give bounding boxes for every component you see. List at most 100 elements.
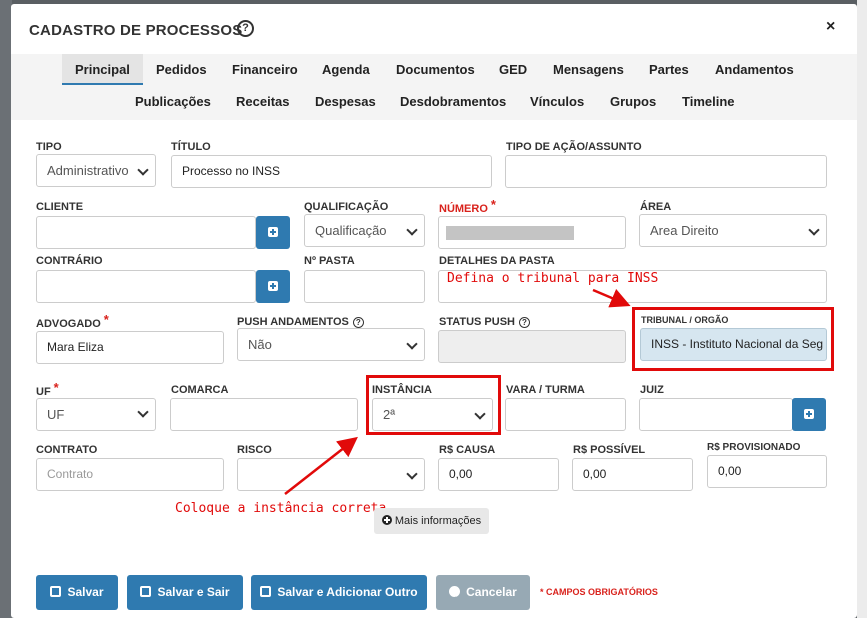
qualificacao-select[interactable]: Qualificação (304, 214, 425, 247)
juiz-label: JUIZ (640, 384, 664, 396)
tab-desdobramentos[interactable]: Desdobramentos (400, 94, 506, 109)
titulo-input[interactable]: Processo no INSS (171, 155, 492, 188)
titulo-label: TÍTULO (171, 141, 211, 153)
close-button[interactable]: × (826, 18, 835, 36)
cliente-label: CLIENTE (36, 201, 84, 213)
backdrop-right (857, 0, 867, 618)
rs-provisionado-label: R$ PROVISIONADO (707, 442, 801, 453)
chevron-down-icon (137, 164, 149, 176)
push-andamentos-value: Não (248, 337, 272, 352)
tab-principal[interactable]: Principal (62, 54, 143, 85)
floppy-icon (140, 586, 152, 597)
tab-receitas[interactable]: Receitas (236, 94, 289, 109)
floppy-icon (260, 586, 272, 597)
required-asterisk: * (490, 197, 496, 212)
instancia-value: 2ª (383, 407, 396, 422)
vara-turma-input[interactable] (505, 398, 626, 431)
help-icon[interactable]: ? (352, 317, 364, 328)
tipo-acao-label: TIPO DE AÇÃO/ASSUNTO (506, 141, 642, 153)
plus-circle-icon (381, 515, 392, 525)
add-juiz-button[interactable] (792, 398, 826, 431)
status-push-label-text: STATUS PUSH (439, 316, 515, 328)
cliente-input[interactable] (36, 216, 256, 249)
cancel-label: Cancelar (466, 585, 517, 599)
more-info-button[interactable]: Mais informações (374, 508, 489, 534)
tribunal-label: TRIBUNAL / ORGÃO (641, 315, 729, 325)
contrario-input[interactable] (36, 270, 256, 303)
numero-input[interactable] (438, 216, 626, 249)
plus-icon (268, 227, 278, 237)
plus-icon (268, 281, 278, 291)
risco-select[interactable] (237, 458, 425, 491)
uf-label-text: UF (36, 386, 51, 398)
tab-grupos[interactable]: Grupos (610, 94, 656, 109)
tab-vinculos[interactable]: Vínculos (530, 94, 584, 109)
advogado-label: ADVOGADO * (36, 312, 109, 330)
push-andamentos-label-text: PUSH ANDAMENTOS (237, 316, 349, 328)
cancel-icon (449, 583, 461, 618)
advogado-input[interactable]: Mara Eliza (36, 331, 224, 364)
tribunal-input[interactable]: INSS - Instituto Nacional da Seg (640, 328, 827, 361)
plus-icon (804, 409, 814, 419)
rs-possivel-input[interactable]: 0,00 (572, 458, 693, 491)
comarca-label: COMARCA (171, 384, 229, 396)
tipo-acao-input[interactable] (505, 155, 827, 188)
tab-mensagens[interactable]: Mensagens (553, 62, 624, 77)
area-select[interactable]: Area Direito (639, 214, 827, 247)
instancia-select[interactable]: 2ª (372, 398, 493, 431)
push-andamentos-label: PUSH ANDAMENTOS? (237, 316, 364, 328)
save-add-another-button[interactable]: Salvar e Adicionar Outro (251, 575, 427, 610)
qualificacao-label: QUALIFICAÇÃO (304, 201, 389, 213)
status-push-input (438, 330, 626, 363)
tab-pedidos[interactable]: Pedidos (156, 62, 207, 77)
chevron-down-icon (474, 408, 486, 420)
rs-provisionado-input[interactable]: 0,00 (707, 455, 827, 488)
numero-label-text: NÚMERO (439, 203, 488, 215)
instancia-annotation: Coloque a instância correta (175, 501, 387, 516)
tab-bar: Principal Pedidos Financeiro Agenda Docu… (11, 54, 857, 120)
advogado-label-text: ADVOGADO (36, 318, 101, 330)
help-icon[interactable]: ? (519, 317, 530, 328)
qualificacao-value: Qualificação (315, 223, 387, 238)
tab-agenda[interactable]: Agenda (322, 62, 370, 77)
tipo-select[interactable]: Administrativo (36, 154, 156, 187)
area-value: Area Direito (650, 223, 719, 238)
rs-causa-input[interactable]: 0,00 (438, 458, 559, 491)
tab-andamentos[interactable]: Andamentos (715, 62, 794, 77)
help-icon[interactable]: ? (237, 20, 254, 37)
chevron-down-icon (406, 338, 418, 350)
push-andamentos-select[interactable]: Não (237, 328, 425, 361)
chevron-down-icon (406, 224, 418, 236)
modal-title: CADASTRO DE PROCESSOS (29, 22, 243, 39)
chevron-down-icon (808, 224, 820, 236)
tipo-label: TIPO (36, 141, 62, 153)
status-push-label: STATUS PUSH? (439, 316, 530, 328)
save-exit-button[interactable]: Salvar e Sair (127, 575, 243, 610)
tab-despesas[interactable]: Despesas (315, 94, 376, 109)
uf-select[interactable]: UF (36, 398, 156, 431)
save-label: Salvar (67, 585, 104, 599)
tab-financeiro[interactable]: Financeiro (232, 62, 298, 77)
tab-publicacoes[interactable]: Publicações (135, 94, 211, 109)
risco-label: RISCO (237, 444, 272, 456)
n-pasta-input[interactable] (304, 270, 425, 303)
tab-ged[interactable]: GED (499, 62, 527, 77)
add-contrario-button[interactable] (256, 270, 290, 303)
uf-label: UF * (36, 380, 59, 398)
tab-partes[interactable]: Partes (649, 62, 689, 77)
chevron-down-icon (137, 406, 149, 418)
tab-timeline[interactable]: Timeline (682, 94, 735, 109)
detalhes-pasta-label: DETALHES DA PASTA (439, 255, 555, 267)
tab-documentos[interactable]: Documentos (396, 62, 475, 77)
modal-header: CADASTRO DE PROCESSOS ? × (11, 4, 857, 54)
save-button[interactable]: Salvar (36, 575, 118, 610)
comarca-input[interactable] (170, 398, 358, 431)
juiz-input[interactable] (639, 398, 793, 431)
area-label: ÁREA (640, 201, 672, 213)
contrato-input[interactable]: Contrato (36, 458, 224, 491)
uf-value: UF (47, 407, 65, 422)
add-cliente-button[interactable] (256, 216, 290, 249)
cancel-button[interactable]: Cancelar (436, 575, 530, 618)
save-add-another-label: Salvar e Adicionar Outro (277, 585, 418, 599)
contrario-label: CONTRÁRIO (36, 255, 103, 267)
